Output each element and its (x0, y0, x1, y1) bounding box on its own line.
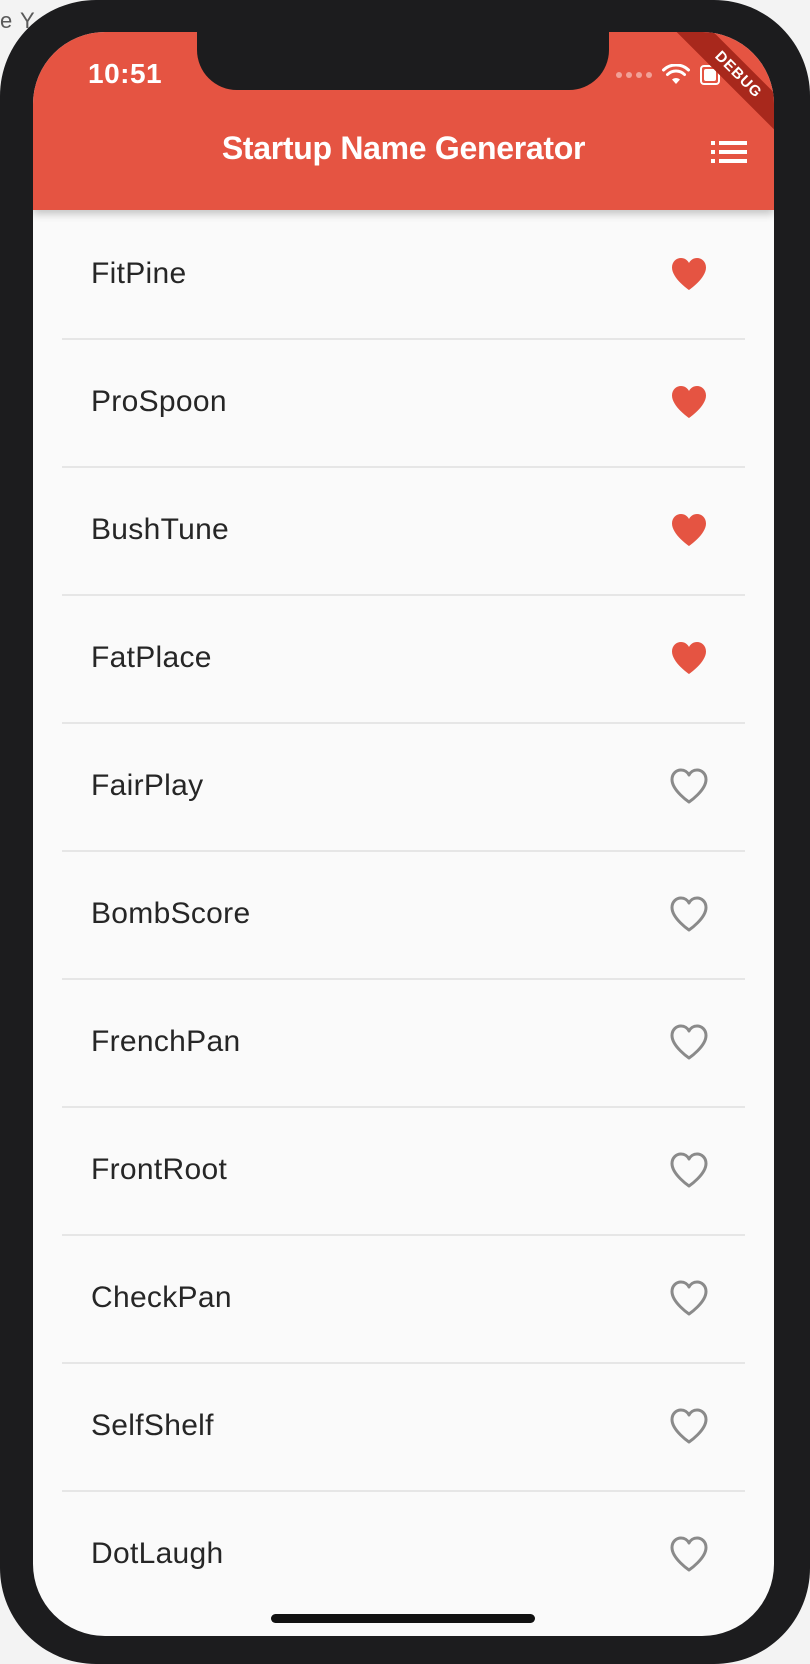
list-item-label: FitPine (91, 257, 187, 290)
favorite-outline-icon[interactable] (670, 896, 708, 932)
device-notch (197, 32, 609, 90)
signal-dots-icon (616, 72, 652, 78)
status-icons (616, 60, 720, 90)
favorite-outline-icon[interactable] (670, 1152, 708, 1188)
list-item[interactable]: FrontRoot (33, 1106, 774, 1234)
list-item-label: FatPlace (91, 641, 212, 674)
list-item[interactable]: FitPine (33, 210, 774, 338)
list-item[interactable]: FrenchPan (33, 978, 774, 1106)
favorite-filled-icon[interactable] (670, 640, 708, 676)
list-item[interactable]: FatPlace (33, 594, 774, 722)
favorite-outline-icon[interactable] (670, 1408, 708, 1444)
list-item[interactable]: BushTune (33, 466, 774, 594)
favorite-filled-icon[interactable] (670, 384, 708, 420)
saved-list-button[interactable] (709, 136, 749, 168)
favorite-filled-icon[interactable] (670, 512, 708, 548)
name-list: FitPine ProSpoon BushTune FatPlace FairPlay B… (33, 210, 774, 1618)
list-item[interactable]: DotLaugh (33, 1490, 774, 1618)
home-indicator[interactable] (271, 1614, 535, 1623)
app-screen: 10:51 DEBUG Startup Name Generator FitPi… (33, 32, 774, 1636)
list-item-label: FairPlay (91, 769, 204, 802)
favorite-outline-icon[interactable] (670, 768, 708, 804)
list-item-label: DotLaugh (91, 1537, 224, 1570)
list-item-label: FrenchPan (91, 1025, 241, 1058)
status-time: 10:51 (88, 58, 163, 89)
list-item-label: BombScore (91, 897, 251, 930)
list-item-label: SelfShelf (91, 1409, 214, 1442)
wifi-icon (662, 64, 690, 84)
list-item-label: CheckPan (91, 1281, 232, 1314)
favorite-outline-icon[interactable] (670, 1280, 708, 1316)
list-item[interactable]: CheckPan (33, 1234, 774, 1362)
page-title: Startup Name Generator (221, 130, 586, 166)
list-item[interactable]: ProSpoon (33, 338, 774, 466)
favorite-outline-icon[interactable] (670, 1024, 708, 1060)
list-item[interactable]: BombScore (33, 850, 774, 978)
list-item[interactable]: SelfShelf (33, 1362, 774, 1490)
device-frame: 10:51 DEBUG Startup Name Generator FitPi… (0, 0, 810, 1664)
favorite-outline-icon[interactable] (670, 1536, 708, 1572)
list-icon (711, 141, 747, 163)
list-item-label: BushTune (91, 513, 230, 546)
list-item-label: FrontRoot (91, 1153, 228, 1186)
list-item[interactable]: FairPlay (33, 722, 774, 850)
list-item-label: ProSpoon (91, 385, 227, 418)
favorite-filled-icon[interactable] (670, 256, 708, 292)
